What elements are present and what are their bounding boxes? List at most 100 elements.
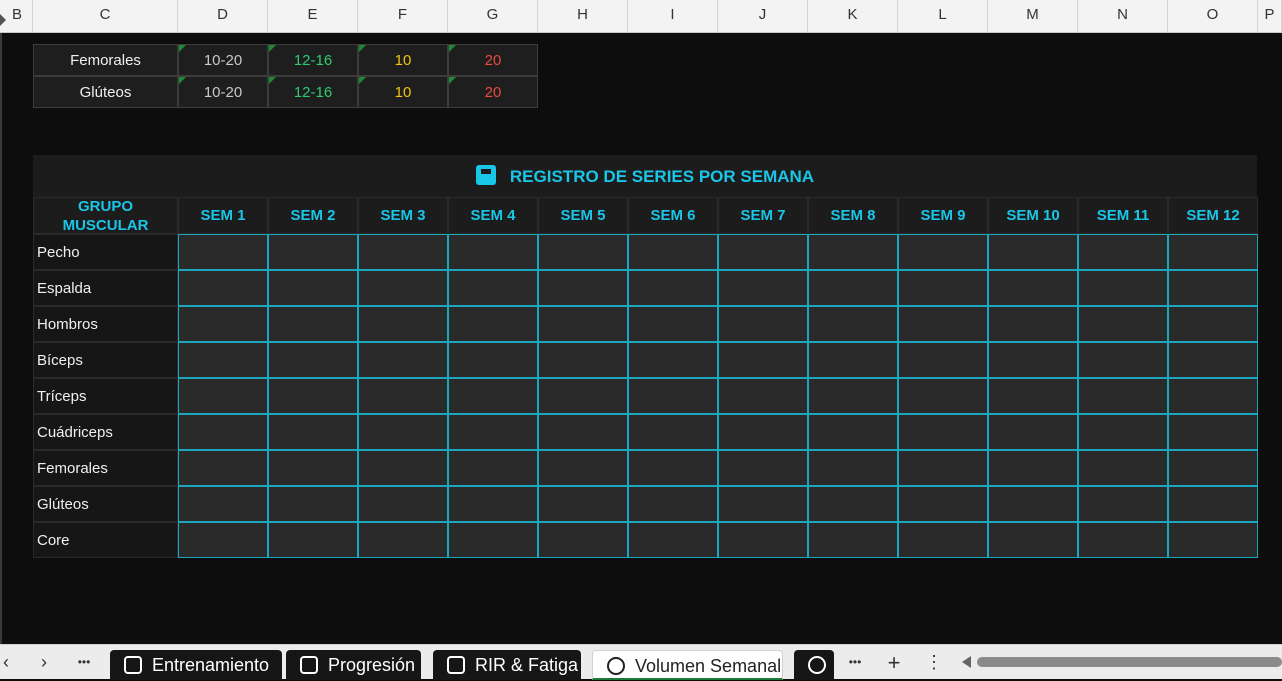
series-input-cell[interactable] [628,414,718,450]
series-input-cell[interactable] [898,234,988,270]
series-input-cell[interactable] [1168,522,1258,558]
series-input-cell[interactable] [1078,486,1168,522]
series-input-cell[interactable] [988,342,1078,378]
column-header-c[interactable]: C [33,0,178,33]
series-input-cell[interactable] [988,522,1078,558]
muscle-row-label[interactable]: Core [33,522,178,558]
summary-muscle-label[interactable]: Glúteos [33,76,178,108]
series-input-cell[interactable] [808,522,898,558]
column-header-f[interactable]: F [358,0,448,33]
series-input-cell[interactable] [1078,234,1168,270]
scroll-thumb[interactable] [977,657,1282,667]
series-input-cell[interactable] [448,342,538,378]
muscle-row-label[interactable]: Tríceps [33,378,178,414]
muscle-row-label[interactable]: Glúteos [33,486,178,522]
series-input-cell[interactable] [898,450,988,486]
series-input-cell[interactable] [268,414,358,450]
sheet-tab[interactable]: Entrenamiento [110,650,282,680]
series-input-cell[interactable] [448,486,538,522]
column-header-p[interactable]: P [1258,0,1282,33]
summary-value-cell[interactable]: 12-16 [268,76,358,108]
series-input-cell[interactable] [178,378,268,414]
column-header-l[interactable]: L [898,0,988,33]
column-header-n[interactable]: N [1078,0,1168,33]
series-input-cell[interactable] [538,342,628,378]
summary-value-cell[interactable]: 20 [448,76,538,108]
series-input-cell[interactable] [988,234,1078,270]
prev-sheet-button[interactable]: ‹ [0,645,18,680]
series-input-cell[interactable] [268,306,358,342]
series-input-cell[interactable] [1168,414,1258,450]
series-input-cell[interactable] [1078,414,1168,450]
series-input-cell[interactable] [538,486,628,522]
series-input-cell[interactable] [628,342,718,378]
column-header-m[interactable]: M [988,0,1078,33]
series-input-cell[interactable] [1168,342,1258,378]
next-sheet-button[interactable]: › [32,645,56,680]
column-header-g[interactable]: G [448,0,538,33]
tab-overflow-icon-tab[interactable] [794,650,834,680]
series-input-cell[interactable] [898,414,988,450]
series-input-cell[interactable] [718,486,808,522]
series-input-cell[interactable] [178,342,268,378]
series-input-cell[interactable] [988,450,1078,486]
series-input-cell[interactable] [898,486,988,522]
muscle-row-label[interactable]: Cuádriceps [33,414,178,450]
summary-value-cell[interactable]: 10-20 [178,44,268,76]
series-input-cell[interactable] [268,450,358,486]
series-input-cell[interactable] [718,270,808,306]
series-input-cell[interactable] [718,306,808,342]
series-input-cell[interactable] [538,234,628,270]
column-header-h[interactable]: H [538,0,628,33]
series-input-cell[interactable] [988,414,1078,450]
sheet-menu-button[interactable]: ⋮ [922,645,946,680]
series-input-cell[interactable] [178,522,268,558]
series-input-cell[interactable] [628,450,718,486]
series-input-cell[interactable] [538,270,628,306]
series-input-cell[interactable] [538,522,628,558]
series-input-cell[interactable] [1168,234,1258,270]
series-input-cell[interactable] [268,342,358,378]
column-header-b[interactable]: B [2,0,33,33]
series-input-cell[interactable] [1168,378,1258,414]
series-input-cell[interactable] [448,234,538,270]
series-input-cell[interactable] [628,522,718,558]
series-input-cell[interactable] [1078,522,1168,558]
series-input-cell[interactable] [178,270,268,306]
column-header-i[interactable]: I [628,0,718,33]
summary-value-cell[interactable]: 10 [358,44,448,76]
series-input-cell[interactable] [268,522,358,558]
column-header-o[interactable]: O [1168,0,1258,33]
series-input-cell[interactable] [1078,450,1168,486]
series-input-cell[interactable] [1168,270,1258,306]
column-header-k[interactable]: K [808,0,898,33]
muscle-row-label[interactable]: Femorales [33,450,178,486]
series-input-cell[interactable] [268,234,358,270]
series-input-cell[interactable] [178,234,268,270]
series-input-cell[interactable] [358,342,448,378]
summary-value-cell[interactable]: 10-20 [178,76,268,108]
muscle-row-label[interactable]: Hombros [33,306,178,342]
column-header-d[interactable]: D [178,0,268,33]
series-input-cell[interactable] [538,414,628,450]
series-input-cell[interactable] [808,486,898,522]
add-sheet-button[interactable]: + [882,645,906,680]
column-header-e[interactable]: E [268,0,358,33]
series-input-cell[interactable] [718,378,808,414]
series-input-cell[interactable] [898,378,988,414]
series-input-cell[interactable] [358,306,448,342]
series-input-cell[interactable] [808,378,898,414]
series-input-cell[interactable] [178,486,268,522]
series-input-cell[interactable] [718,342,808,378]
series-input-cell[interactable] [1078,342,1168,378]
column-header-j[interactable]: J [718,0,808,33]
sheet-tab[interactable]: Volumen Semanal [592,650,783,680]
series-input-cell[interactable] [628,234,718,270]
series-input-cell[interactable] [178,414,268,450]
series-input-cell[interactable] [448,450,538,486]
series-input-cell[interactable] [538,450,628,486]
series-input-cell[interactable] [808,414,898,450]
series-input-cell[interactable] [628,486,718,522]
scroll-left-arrow-icon[interactable] [962,656,971,668]
series-input-cell[interactable] [358,378,448,414]
